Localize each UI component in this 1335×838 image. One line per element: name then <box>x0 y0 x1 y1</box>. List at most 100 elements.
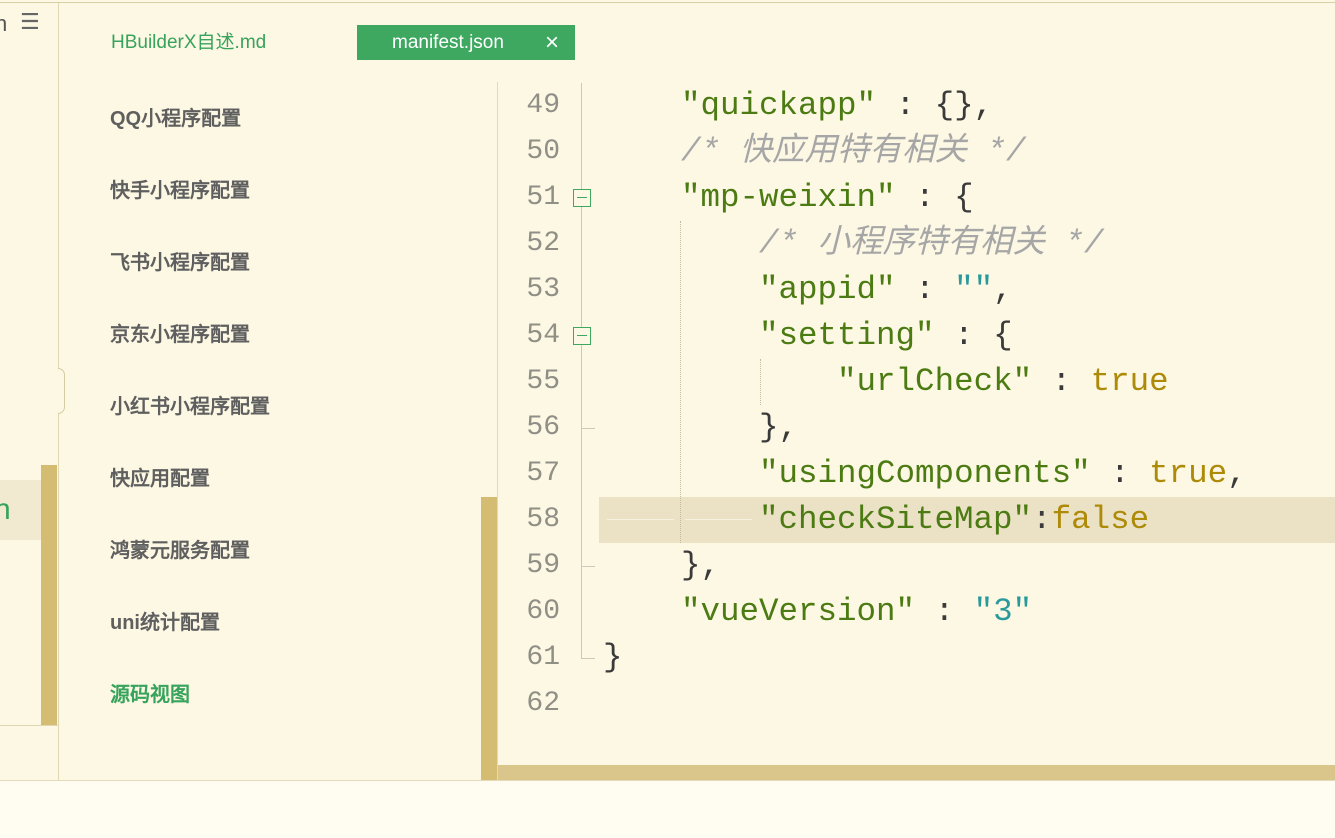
nav-item-uni-stat[interactable]: uni统计配置 <box>59 587 481 659</box>
code-area[interactable]: "quickapp" : {}, /* 快应用特有相关 */ "mp-weixi… <box>599 83 1335 727</box>
nav-item-kuaishou-miniprogram[interactable]: 快手小程序配置 <box>59 155 481 227</box>
code-token: : <box>1032 363 1091 400</box>
code-line[interactable]: } <box>599 635 1335 681</box>
line-number-gutter: 49 50 51 52 53 54 55 56 57 58 59 60 61 62 <box>500 83 560 727</box>
code-token: "" <box>954 271 994 308</box>
code-token: , <box>993 271 1013 308</box>
code-token: : {}, <box>876 87 994 124</box>
menu-icon[interactable]: ☰ <box>20 10 40 36</box>
line-number: 55 <box>526 366 560 397</box>
code-token: /* 小程序特有相关 */ <box>759 225 1104 262</box>
manifest-config-nav: QQ小程序配置 快手小程序配置 飞书小程序配置 京东小程序配置 小红书小程序配置… <box>59 83 481 731</box>
code-token: "3" <box>973 593 1033 630</box>
nav-item-jd-miniprogram[interactable]: 京东小程序配置 <box>59 299 481 371</box>
code-line[interactable]: }, <box>599 405 1335 451</box>
code-token: "appid" <box>759 271 896 308</box>
code-line[interactable]: }, <box>599 543 1335 589</box>
line-number: 60 <box>526 596 560 627</box>
line-number: 56 <box>526 412 560 443</box>
tab-label: HBuilderX自述.md <box>111 32 267 53</box>
code-token: "mp-weixin" <box>681 179 896 216</box>
nav-item-label: 快手小程序配置 <box>110 180 250 202</box>
strip-scrollbar[interactable] <box>41 465 57 725</box>
code-token: false <box>1051 501 1150 538</box>
nav-scrollbar[interactable] <box>481 497 497 780</box>
code-line[interactable]: "usingComponents" : true, <box>599 451 1335 497</box>
tab-marker <box>603 497 681 543</box>
code-token: : <box>915 593 974 630</box>
nav-item-label: 飞书小程序配置 <box>110 252 250 274</box>
code-line[interactable]: "quickapp" : {}, <box>599 83 1335 129</box>
code-line[interactable]: "mp-weixin" : { <box>599 175 1335 221</box>
code-token: } <box>603 639 623 676</box>
line-number: 57 <box>526 458 560 489</box>
code-token: "usingComponents" <box>759 455 1091 492</box>
strip-divider <box>0 725 58 726</box>
activity-strip: n ☰ n <box>0 3 59 780</box>
tab-manifest-json[interactable]: manifest.json × <box>357 25 575 60</box>
code-token: true <box>1090 363 1169 400</box>
nav-item-qq-miniprogram[interactable]: QQ小程序配置 <box>59 83 481 155</box>
strip-top-glyph[interactable]: n <box>0 11 7 37</box>
tab-hbuilderx-readme[interactable]: HBuilderX自述.md <box>111 30 266 56</box>
nav-item-label: 鸿蒙元服务配置 <box>110 540 250 562</box>
line-number: 51 <box>526 182 560 213</box>
nav-item-xiaohongshu-miniprogram[interactable]: 小红书小程序配置 <box>59 371 481 443</box>
indent-guide <box>760 359 761 405</box>
code-line[interactable]: /* 小程序特有相关 */ <box>599 221 1335 267</box>
nav-item-source-view[interactable]: 源码视图 <box>59 659 481 731</box>
code-token: true <box>1149 455 1228 492</box>
code-line[interactable]: "vueVersion" : "3" <box>599 589 1335 635</box>
line-number: 52 <box>526 228 560 259</box>
code-line[interactable]: "urlCheck" : true <box>599 359 1335 405</box>
strip-active-item-glyph: n <box>0 492 11 528</box>
nav-item-feishu-miniprogram[interactable]: 飞书小程序配置 <box>59 227 481 299</box>
code-line[interactable] <box>599 681 1335 727</box>
window-top-border <box>0 2 1335 3</box>
tab-marker <box>681 497 759 543</box>
code-line[interactable]: "appid" : "", <box>599 267 1335 313</box>
nav-item-label: uni统计配置 <box>110 612 220 634</box>
line-number: 61 <box>526 642 560 673</box>
nav-item-label: QQ小程序配置 <box>110 108 242 130</box>
nav-item-label: 源码视图 <box>110 684 190 706</box>
nav-item-quickapp[interactable]: 快应用配置 <box>59 443 481 515</box>
code-line[interactable]: /* 快应用特有相关 */ <box>599 129 1335 175</box>
line-number: 54 <box>526 320 560 351</box>
code-token: : <box>1032 501 1052 538</box>
line-number: 50 <box>526 136 560 167</box>
code-token: }, <box>759 409 799 446</box>
close-icon[interactable]: × <box>545 25 559 60</box>
code-token: }, <box>681 547 721 584</box>
code-token: "quickapp" <box>681 87 877 124</box>
line-number: 59 <box>526 550 560 581</box>
fold-markers <box>573 83 591 727</box>
code-line[interactable]: "setting" : { <box>599 313 1335 359</box>
code-token: "setting" <box>759 317 935 354</box>
code-token: : <box>895 271 955 308</box>
code-token: : { <box>895 179 974 216</box>
nav-item-harmony-service[interactable]: 鸿蒙元服务配置 <box>59 515 481 587</box>
code-token: /* 快应用特有相关 */ <box>681 133 1026 170</box>
editor-horizontal-scrollbar[interactable] <box>498 765 1335 780</box>
fold-collapse-icon[interactable] <box>573 189 591 207</box>
fold-collapse-icon[interactable] <box>573 327 591 345</box>
indent-guide <box>680 221 681 543</box>
line-number: 53 <box>526 274 560 305</box>
current-code-line[interactable]: "checkSiteMap":false <box>599 497 1335 543</box>
tab-label: manifest.json <box>392 32 504 53</box>
line-number: 49 <box>526 90 560 121</box>
line-number: 62 <box>526 688 560 719</box>
code-token: "urlCheck" <box>837 363 1033 400</box>
hbuilderx-window: n ☰ n HBuilderX自述.md manifest.json × QQ小… <box>0 0 1335 838</box>
strip-active-item[interactable]: n <box>0 480 41 540</box>
code-token: "vueVersion" <box>681 593 916 630</box>
